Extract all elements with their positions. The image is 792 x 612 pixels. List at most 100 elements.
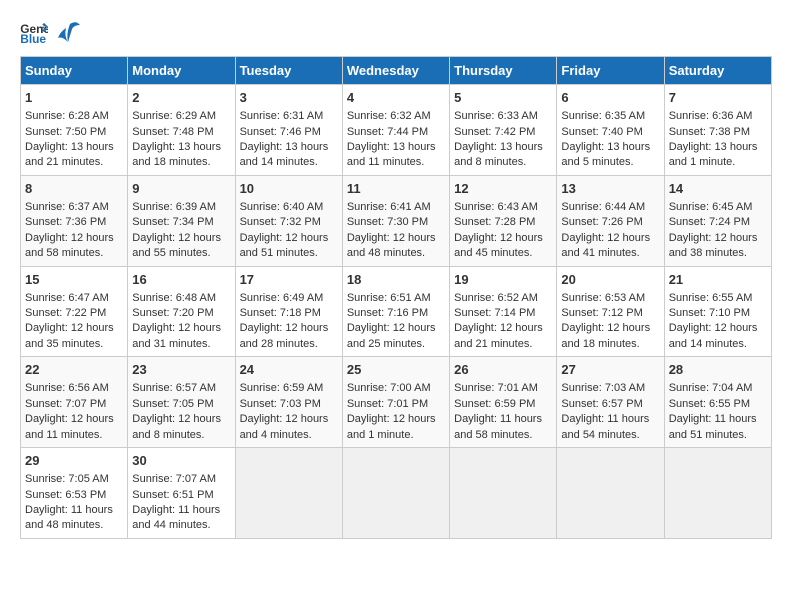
calendar-cell — [557, 448, 664, 539]
calendar-cell: 22Sunrise: 6:56 AMSunset: 7:07 PMDayligh… — [21, 357, 128, 448]
day-content-line: Sunrise: 6:31 AM — [240, 109, 338, 124]
day-content-line: and 25 minutes. — [347, 337, 445, 352]
header-day-wednesday: Wednesday — [342, 57, 449, 85]
day-content-line: Daylight: 13 hours — [454, 140, 552, 155]
day-number: 20 — [561, 271, 659, 289]
calendar-header-row: SundayMondayTuesdayWednesdayThursdayFrid… — [21, 57, 772, 85]
day-content-line: Daylight: 12 hours — [25, 231, 123, 246]
calendar-cell: 26Sunrise: 7:01 AMSunset: 6:59 PMDayligh… — [450, 357, 557, 448]
day-content-line: Sunrise: 7:07 AM — [132, 472, 230, 487]
day-content-line: and 58 minutes. — [454, 428, 552, 443]
day-number: 13 — [561, 180, 659, 198]
day-content-line: and 38 minutes. — [669, 246, 767, 261]
day-content-line: Daylight: 12 hours — [132, 321, 230, 336]
day-content-line: Sunset: 7:48 PM — [132, 125, 230, 140]
calendar-week-row: 8Sunrise: 6:37 AMSunset: 7:36 PMDaylight… — [21, 175, 772, 266]
calendar-cell: 1Sunrise: 6:28 AMSunset: 7:50 PMDaylight… — [21, 85, 128, 176]
day-number: 9 — [132, 180, 230, 198]
calendar-cell: 20Sunrise: 6:53 AMSunset: 7:12 PMDayligh… — [557, 266, 664, 357]
calendar-cell — [664, 448, 771, 539]
day-content-line: Daylight: 11 hours — [669, 412, 767, 427]
calendar-cell: 10Sunrise: 6:40 AMSunset: 7:32 PMDayligh… — [235, 175, 342, 266]
day-number: 11 — [347, 180, 445, 198]
day-content-line: Sunrise: 6:48 AM — [132, 291, 230, 306]
day-number: 5 — [454, 89, 552, 107]
calendar-cell: 17Sunrise: 6:49 AMSunset: 7:18 PMDayligh… — [235, 266, 342, 357]
day-content-line: Sunrise: 6:57 AM — [132, 381, 230, 396]
day-content-line: Daylight: 12 hours — [669, 321, 767, 336]
day-number: 3 — [240, 89, 338, 107]
day-content-line: and 1 minute. — [347, 428, 445, 443]
day-number: 19 — [454, 271, 552, 289]
calendar-week-row: 1Sunrise: 6:28 AMSunset: 7:50 PMDaylight… — [21, 85, 772, 176]
day-number: 22 — [25, 361, 123, 379]
day-content-line: Daylight: 12 hours — [25, 412, 123, 427]
calendar-cell: 12Sunrise: 6:43 AMSunset: 7:28 PMDayligh… — [450, 175, 557, 266]
calendar-cell — [342, 448, 449, 539]
day-content-line: Daylight: 13 hours — [347, 140, 445, 155]
day-content-line: Sunrise: 7:03 AM — [561, 381, 659, 396]
day-content-line: Daylight: 11 hours — [561, 412, 659, 427]
day-content-line: Sunrise: 6:32 AM — [347, 109, 445, 124]
day-content-line: Sunrise: 6:52 AM — [454, 291, 552, 306]
logo: General Blue — [20, 20, 84, 46]
day-content-line: and 14 minutes. — [669, 337, 767, 352]
calendar-cell: 5Sunrise: 6:33 AMSunset: 7:42 PMDaylight… — [450, 85, 557, 176]
day-content-line: and 11 minutes. — [347, 155, 445, 170]
day-content-line: Daylight: 13 hours — [240, 140, 338, 155]
day-content-line: and 14 minutes. — [240, 155, 338, 170]
calendar-cell — [450, 448, 557, 539]
day-content-line: Daylight: 12 hours — [347, 231, 445, 246]
day-content-line: and 5 minutes. — [561, 155, 659, 170]
day-number: 8 — [25, 180, 123, 198]
day-number: 17 — [240, 271, 338, 289]
day-number: 18 — [347, 271, 445, 289]
day-content-line: Sunset: 7:07 PM — [25, 397, 123, 412]
day-content-line: Sunrise: 7:04 AM — [669, 381, 767, 396]
calendar-week-row: 29Sunrise: 7:05 AMSunset: 6:53 PMDayligh… — [21, 448, 772, 539]
day-content-line: and 41 minutes. — [561, 246, 659, 261]
day-content-line: Daylight: 12 hours — [561, 231, 659, 246]
calendar-cell: 24Sunrise: 6:59 AMSunset: 7:03 PMDayligh… — [235, 357, 342, 448]
calendar-cell: 8Sunrise: 6:37 AMSunset: 7:36 PMDaylight… — [21, 175, 128, 266]
day-content-line: and 11 minutes. — [25, 428, 123, 443]
day-content-line: Sunrise: 6:36 AM — [669, 109, 767, 124]
day-number: 7 — [669, 89, 767, 107]
header-day-thursday: Thursday — [450, 57, 557, 85]
day-content-line: Sunrise: 6:53 AM — [561, 291, 659, 306]
calendar-cell: 6Sunrise: 6:35 AMSunset: 7:40 PMDaylight… — [557, 85, 664, 176]
day-content-line: Sunset: 7:32 PM — [240, 215, 338, 230]
header: General Blue — [20, 20, 772, 46]
calendar-cell: 29Sunrise: 7:05 AMSunset: 6:53 PMDayligh… — [21, 448, 128, 539]
day-content-line: Sunset: 7:05 PM — [132, 397, 230, 412]
day-content-line: Daylight: 12 hours — [132, 412, 230, 427]
day-content-line: and 31 minutes. — [132, 337, 230, 352]
day-content-line: and 1 minute. — [669, 155, 767, 170]
calendar-cell: 9Sunrise: 6:39 AMSunset: 7:34 PMDaylight… — [128, 175, 235, 266]
day-number: 28 — [669, 361, 767, 379]
day-content-line: Sunrise: 6:33 AM — [454, 109, 552, 124]
calendar-cell: 4Sunrise: 6:32 AMSunset: 7:44 PMDaylight… — [342, 85, 449, 176]
calendar-cell: 14Sunrise: 6:45 AMSunset: 7:24 PMDayligh… — [664, 175, 771, 266]
day-content-line: Sunset: 7:28 PM — [454, 215, 552, 230]
day-content-line: Sunrise: 6:59 AM — [240, 381, 338, 396]
day-number: 4 — [347, 89, 445, 107]
day-number: 21 — [669, 271, 767, 289]
day-content-line: Sunrise: 6:28 AM — [25, 109, 123, 124]
day-content-line: Daylight: 12 hours — [454, 321, 552, 336]
day-content-line: and 48 minutes. — [25, 518, 123, 533]
day-content-line: Daylight: 12 hours — [454, 231, 552, 246]
day-content-line: Sunrise: 6:44 AM — [561, 200, 659, 215]
day-number: 2 — [132, 89, 230, 107]
day-content-line: Sunrise: 7:01 AM — [454, 381, 552, 396]
calendar-table: SundayMondayTuesdayWednesdayThursdayFrid… — [20, 56, 772, 539]
day-content-line: Sunset: 7:16 PM — [347, 306, 445, 321]
calendar-cell: 30Sunrise: 7:07 AMSunset: 6:51 PMDayligh… — [128, 448, 235, 539]
day-content-line: Sunrise: 6:39 AM — [132, 200, 230, 215]
day-number: 30 — [132, 452, 230, 470]
day-content-line: Sunset: 7:14 PM — [454, 306, 552, 321]
day-content-line: and 54 minutes. — [561, 428, 659, 443]
day-content-line: Sunset: 6:51 PM — [132, 488, 230, 503]
day-content-line: Sunset: 7:36 PM — [25, 215, 123, 230]
day-content-line: and 21 minutes. — [25, 155, 123, 170]
